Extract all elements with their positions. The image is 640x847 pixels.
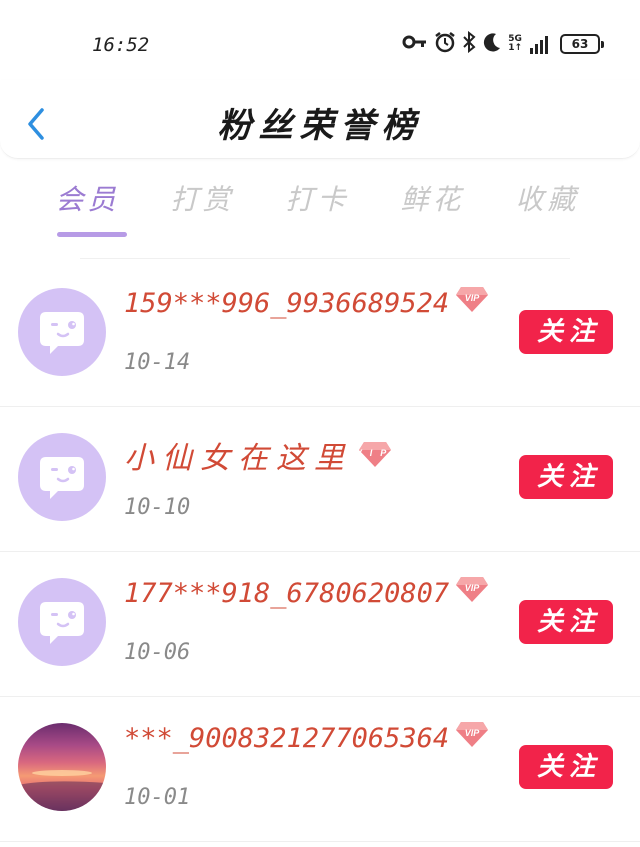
tab-flowers[interactable]: 鲜花 [375, 176, 490, 238]
avatar[interactable] [18, 433, 106, 521]
avatar[interactable] [18, 288, 106, 376]
vip-text: VIP [465, 293, 481, 303]
fan-name-text: 159***996_9936689524 [124, 288, 450, 319]
fan-row: 159***996_9936689524 VIP 10-14 关注 [0, 262, 640, 407]
fan-name-text: 小仙女在这里 [124, 441, 352, 476]
fan-name-text: ***_9008321277065364 [124, 723, 450, 754]
fan-date: 10-06 [124, 640, 191, 665]
fan-name: 177***918_6780620807 VIP [124, 575, 489, 609]
tab-favorites[interactable]: 收藏 [490, 176, 605, 238]
chat-face-icon [40, 312, 84, 354]
key-icon [402, 32, 428, 56]
fan-list: 159***996_9936689524 VIP 10-14 关注 小仙女在这里 V… [0, 262, 640, 842]
tab-checkin[interactable]: 打卡 [260, 176, 375, 238]
tabs-divider [80, 258, 570, 259]
avatar[interactable] [18, 578, 106, 666]
battery-icon: 63 [560, 34, 604, 54]
fan-name: 159***996_9936689524 VIP [124, 285, 489, 319]
fan-date: 10-10 [124, 495, 191, 520]
follow-button[interactable]: 关注 [519, 455, 613, 499]
network-5g-label: 5G 1↑ [508, 34, 522, 53]
status-icons: 5G 1↑ 63 [402, 30, 604, 58]
fan-row: ***_9008321277065364 VIP 10-01 关注 [0, 697, 640, 842]
signal-icon [530, 34, 548, 54]
fan-name-text: 177***918_6780620807 [124, 578, 450, 609]
fan-date: 10-01 [124, 785, 191, 810]
fan-name: 小仙女在这里 VIP [124, 433, 392, 477]
alarm-icon [434, 31, 456, 57]
chat-face-icon [40, 457, 84, 499]
follow-button[interactable]: 关注 [519, 600, 613, 644]
tab-bar: 会员 打赏 打卡 鲜花 收藏 [30, 176, 610, 238]
fan-row: 小仙女在这里 VIP 10-10 关注 [0, 407, 640, 552]
vip-text: VIP [465, 583, 481, 593]
status-bar: 16:52 5G 1↑ 63 [0, 0, 640, 80]
follow-button[interactable]: 关注 [519, 310, 613, 354]
follow-button[interactable]: 关注 [519, 745, 613, 789]
vip-badge-icon: VIP [356, 440, 392, 468]
bluetooth-icon [462, 30, 476, 57]
fan-name: ***_9008321277065364 VIP [124, 720, 489, 754]
header: 粉丝荣誉榜 [0, 80, 640, 159]
tab-member[interactable]: 会员 [30, 176, 145, 238]
vip-badge-icon: VIP [455, 575, 489, 603]
moon-icon [482, 32, 502, 56]
active-tab-indicator [57, 232, 127, 237]
fan-row: 177***918_6780620807 VIP 10-06 关注 [0, 552, 640, 697]
vip-badge-icon: VIP [455, 285, 489, 313]
vip-badge-icon: VIP [455, 720, 489, 748]
status-time: 16:52 [92, 34, 150, 56]
avatar-photo[interactable] [18, 723, 106, 811]
vip-text: VIP [465, 728, 481, 738]
fan-date: 10-14 [124, 350, 191, 375]
tab-reward[interactable]: 打赏 [145, 176, 260, 238]
sunset-photo-icon [18, 770, 106, 811]
chat-face-icon [40, 602, 84, 644]
page-title: 粉丝荣誉榜 [217, 106, 423, 146]
vip-text: VIP [358, 448, 392, 458]
